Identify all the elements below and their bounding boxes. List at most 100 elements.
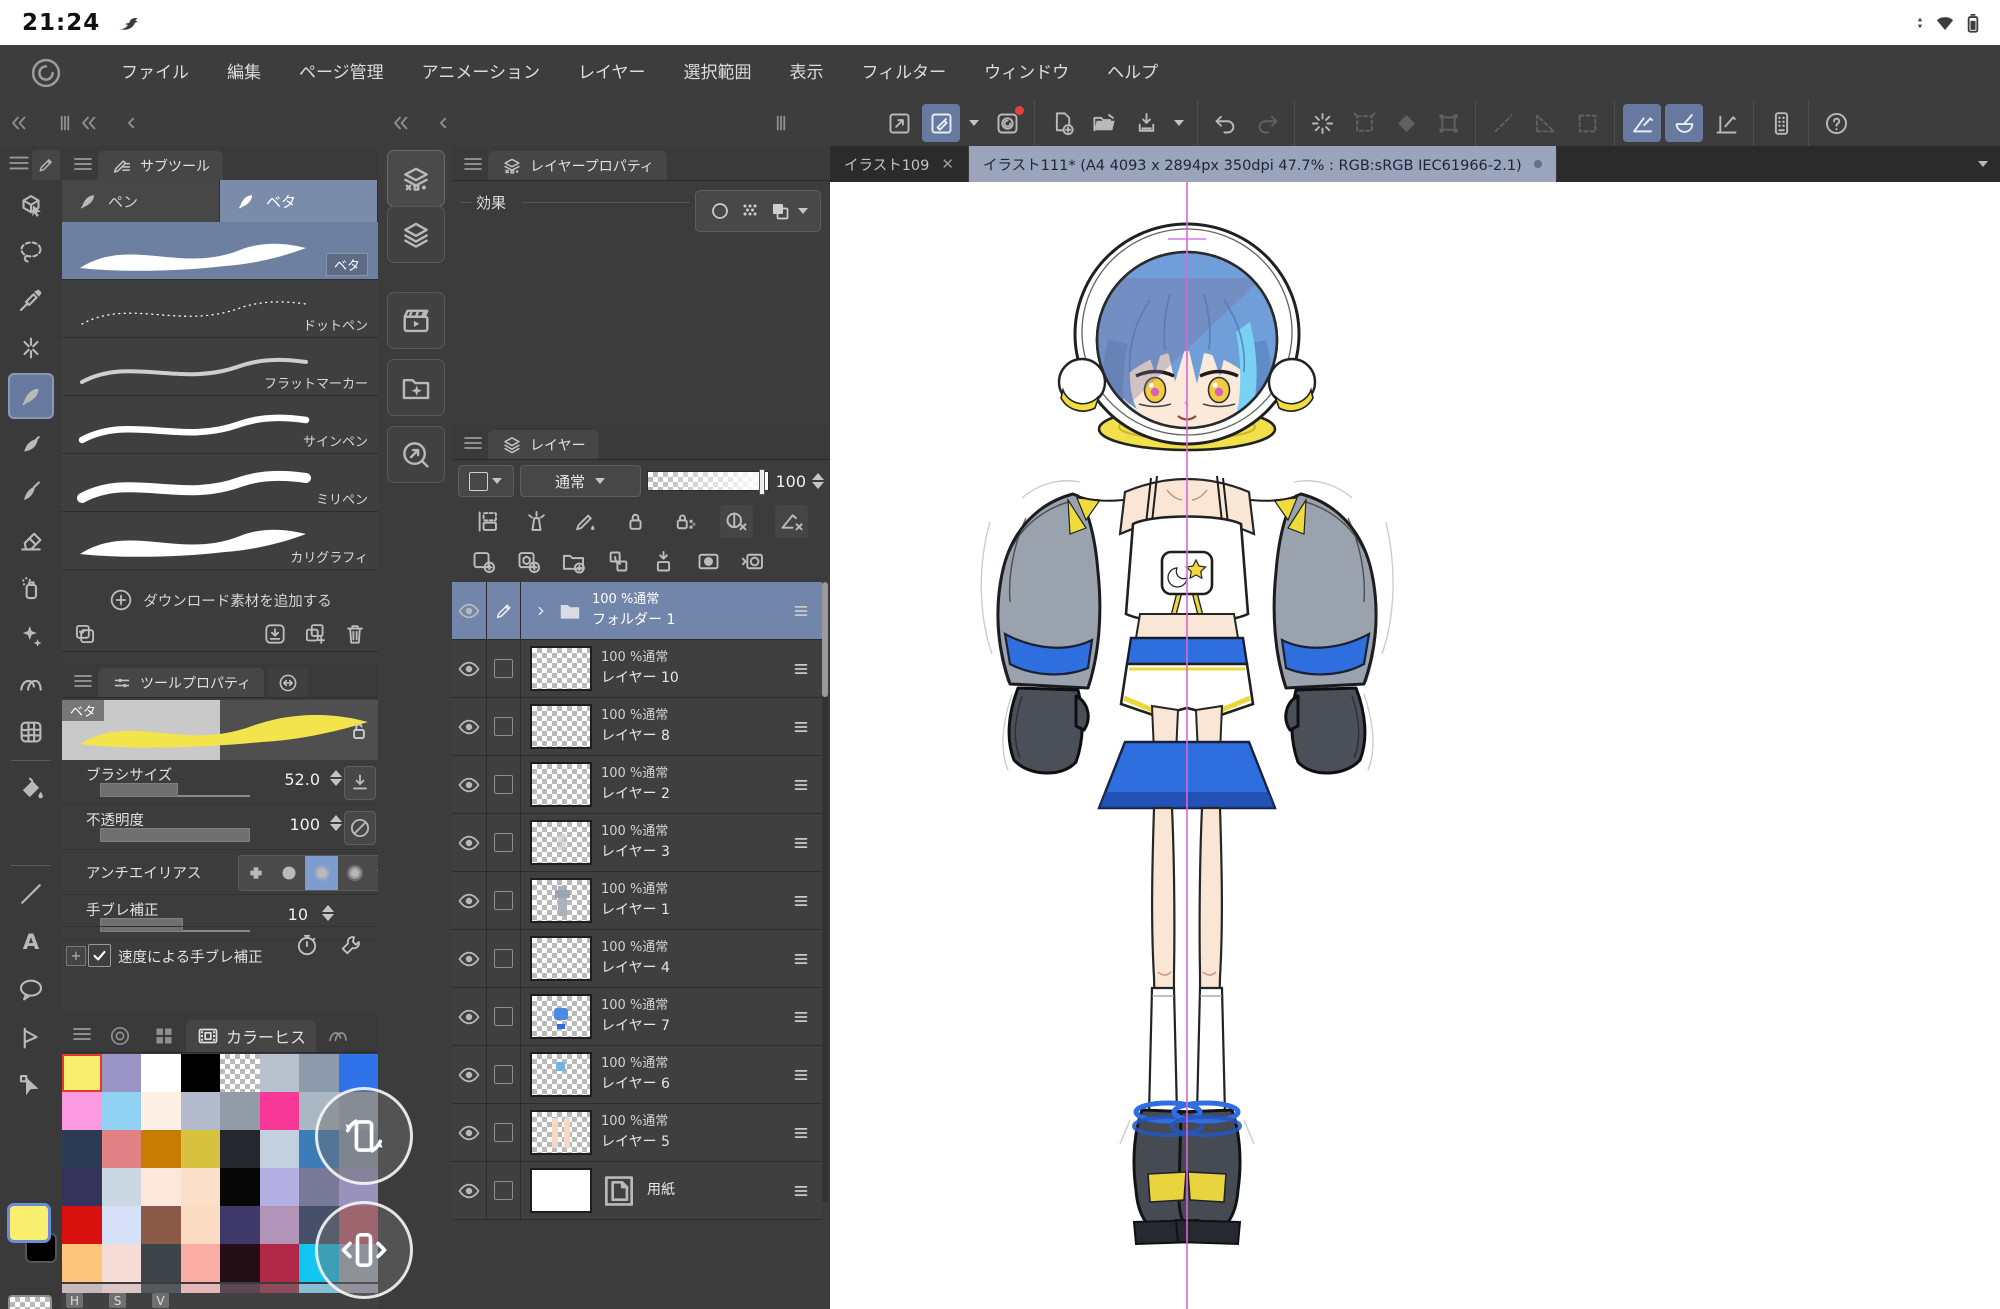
menu-item-0[interactable]: ファイル: [102, 46, 208, 100]
color-swatch-20[interactable]: [220, 1130, 260, 1168]
tab-list-caret[interactable]: [1978, 146, 2000, 182]
menu-item-5[interactable]: 選択範囲: [665, 46, 771, 100]
color-swatch-24[interactable]: [62, 1168, 102, 1206]
timer-icon[interactable]: [294, 932, 320, 958]
collapse-left-panel-icon[interactable]: [6, 110, 32, 136]
layer-checkbox[interactable]: [494, 949, 513, 968]
tool-frame[interactable]: [8, 1015, 54, 1061]
layer-visibility-toggle[interactable]: [452, 930, 487, 987]
snap-rect-button[interactable]: [1568, 104, 1606, 142]
tab-subtool[interactable]: サブツール: [98, 151, 223, 180]
main-menu-button[interactable]: [838, 104, 876, 142]
snap-angle-button[interactable]: [1526, 104, 1564, 142]
commandbar-drag-handle-icon[interactable]: [768, 110, 794, 136]
menu-item-1[interactable]: 編集: [208, 46, 280, 100]
menu-item-9[interactable]: ヘルプ: [1088, 46, 1177, 100]
edit-tool-button[interactable]: [922, 104, 960, 142]
tool-inking[interactable]: [8, 469, 54, 515]
save-caret[interactable]: [1169, 104, 1189, 142]
color-swatch-35[interactable]: [181, 1206, 221, 1244]
color-swatch-45[interactable]: [260, 1244, 300, 1282]
layer-visibility-toggle[interactable]: [452, 872, 487, 929]
color-swatch-partial-3[interactable]: [181, 1284, 221, 1293]
canvas-tab-active[interactable]: イラスト111* (A4 4093 x 2894px 350dpi 47.7% …: [969, 146, 1557, 182]
save-button[interactable]: [1127, 104, 1165, 142]
color-panel-menu-icon[interactable]: [70, 1022, 94, 1046]
tab-layer-property[interactable]: レイヤープロパティ: [488, 151, 667, 180]
layer-palette-combo[interactable]: [458, 465, 514, 497]
new-folder-icon[interactable]: [560, 548, 587, 575]
tool-airbrush[interactable]: [8, 565, 54, 611]
tab-color-set[interactable]: [142, 1020, 186, 1052]
border-effect-icon[interactable]: [708, 199, 732, 223]
layer-checkbox[interactable]: [494, 891, 513, 910]
color-swatch-5[interactable]: [260, 1054, 300, 1092]
color-swatch-13[interactable]: [260, 1092, 300, 1130]
color-swatch-26[interactable]: [141, 1168, 181, 1206]
color-swatch-8[interactable]: [62, 1092, 102, 1130]
fit-screen-button[interactable]: [880, 104, 918, 142]
layer-menu-icon[interactable]: [788, 1062, 814, 1088]
panel-drag-handle-icon[interactable]: [52, 110, 78, 136]
select-area-button[interactable]: [1345, 104, 1383, 142]
draw-target-icon[interactable]: [493, 600, 515, 622]
color-swatch-37[interactable]: [260, 1206, 300, 1244]
color-swatch-17[interactable]: [102, 1130, 142, 1168]
layer-row-5[interactable]: 100 %通常レイヤー 1: [452, 872, 822, 930]
layer-thumbnail[interactable]: [530, 704, 592, 749]
new-canvas-button[interactable]: [1043, 104, 1081, 142]
toolprop-panel-menu-icon[interactable]: [70, 669, 96, 693]
layer-thumbnail[interactable]: [530, 1168, 592, 1213]
blend-mode-combo[interactable]: 通常: [520, 465, 641, 497]
import-material-icon[interactable]: [262, 621, 288, 647]
tool-balloon[interactable]: [8, 967, 54, 1013]
tab-layers[interactable]: レイヤー: [488, 430, 599, 459]
layer-menu-icon[interactable]: [788, 946, 814, 972]
enable-mask-icon[interactable]: [720, 505, 753, 538]
layer-thumbnail[interactable]: [530, 646, 592, 691]
layer-color-icon[interactable]: [768, 199, 792, 223]
tab-color-wheel[interactable]: [98, 1020, 142, 1052]
layer-checkbox[interactable]: [494, 833, 513, 852]
color-swatch-11[interactable]: [181, 1092, 221, 1130]
tool-liquify[interactable]: [8, 709, 54, 755]
tool-fill[interactable]: [8, 766, 54, 812]
brush-size-slider[interactable]: [100, 783, 250, 797]
color-swatch-19[interactable]: [181, 1130, 221, 1168]
primary-color-swatch[interactable]: [7, 1203, 51, 1243]
color-swatch-12[interactable]: [220, 1092, 260, 1130]
clip-layer-icon[interactable]: [474, 508, 501, 535]
tool-lasso[interactable]: [8, 229, 54, 275]
layer-visibility-toggle[interactable]: [452, 988, 487, 1045]
color-swatch-18[interactable]: [141, 1130, 181, 1168]
tool-gradient[interactable]: [8, 814, 54, 860]
touch-keypad-button[interactable]: [1762, 104, 1800, 142]
color-swatch-partial-2[interactable]: [141, 1284, 181, 1293]
new-layer-dialog-icon[interactable]: [515, 548, 542, 575]
collapse-middle-icon[interactable]: [388, 110, 414, 136]
color-swatch-3[interactable]: [181, 1054, 221, 1092]
undo-button[interactable]: [1206, 104, 1244, 142]
color-swatch-partial-5[interactable]: [260, 1284, 300, 1293]
tool-decoration[interactable]: [8, 613, 54, 659]
effect-caret[interactable]: [798, 208, 808, 214]
color-swatch-0[interactable]: [62, 1054, 102, 1092]
color-swatch-28[interactable]: [220, 1168, 260, 1206]
tool-auto-select[interactable]: [8, 325, 54, 371]
transfer-down-icon[interactable]: [605, 548, 632, 575]
tab-tools[interactable]: [32, 150, 60, 180]
layer-menu-icon[interactable]: [788, 714, 814, 740]
tool-figure[interactable]: [8, 871, 54, 917]
layer-thumbnail[interactable]: [530, 994, 592, 1039]
layer-row-0[interactable]: 100 %通常フォルダー 1: [452, 582, 822, 640]
layer-row-6[interactable]: 100 %通常レイヤー 4: [452, 930, 822, 988]
layer-panel-menu-icon[interactable]: [460, 431, 486, 455]
edit-tool-caret[interactable]: [964, 104, 984, 142]
dock-layers-button[interactable]: [387, 206, 445, 263]
tool-operation[interactable]: [8, 181, 54, 227]
color-swatch-44[interactable]: [220, 1244, 260, 1282]
tool-marker[interactable]: [8, 421, 54, 467]
tool-eraser[interactable]: [8, 517, 54, 563]
tab-blend-palette[interactable]: [316, 1020, 360, 1052]
folder-expand-icon[interactable]: [531, 601, 551, 621]
